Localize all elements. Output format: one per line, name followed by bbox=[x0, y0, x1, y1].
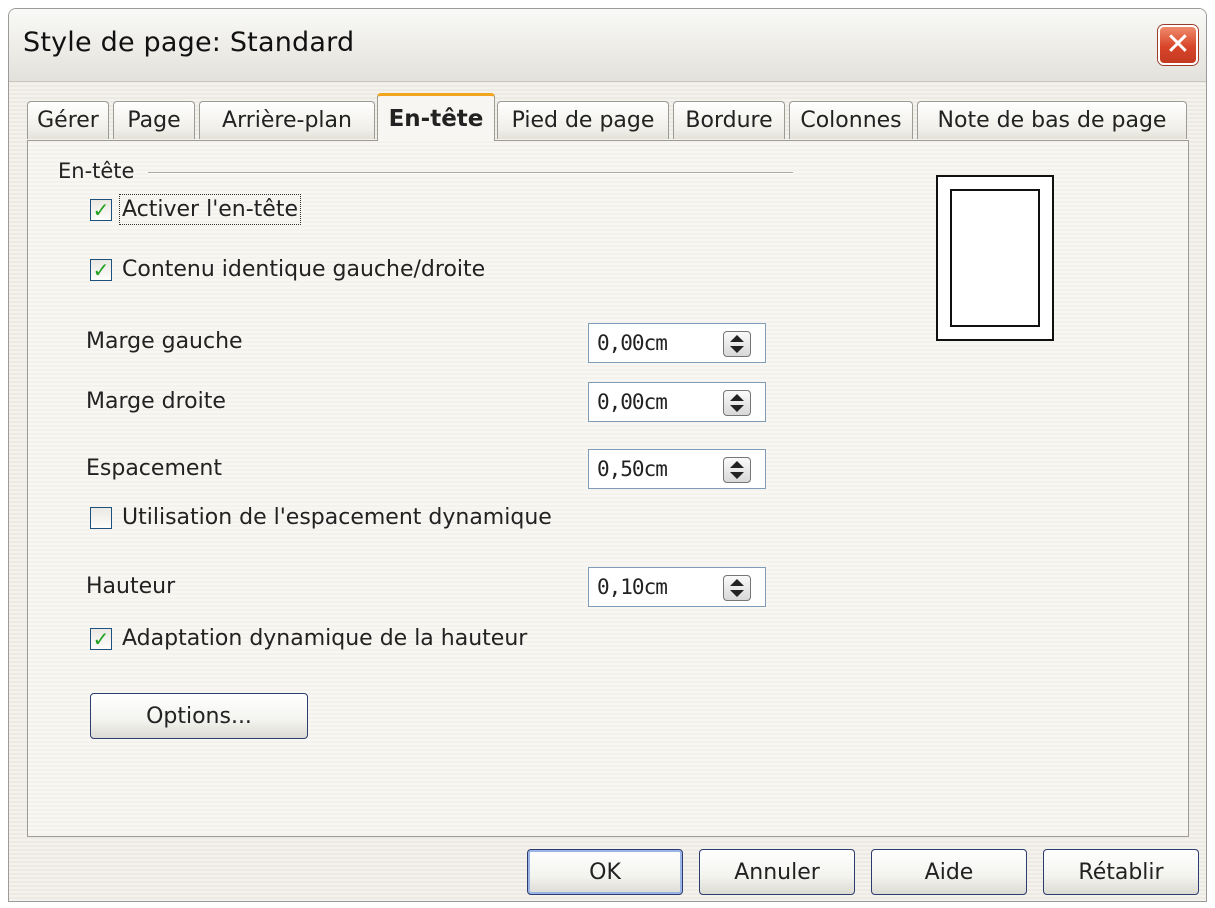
help-button[interactable]: Aide bbox=[871, 849, 1027, 895]
tab-columns[interactable]: Colonnes bbox=[789, 101, 913, 139]
checkbox-unchecked-icon[interactable] bbox=[90, 506, 112, 529]
page-preview bbox=[936, 175, 1054, 341]
left-margin-value[interactable]: 0,00cm bbox=[597, 331, 668, 355]
dialog-title: Style de page: Standard bbox=[23, 27, 355, 58]
header-group-label: En-tête bbox=[58, 159, 135, 183]
spin-arrows-icon[interactable] bbox=[723, 390, 751, 416]
group-divider bbox=[148, 172, 793, 174]
tab-background[interactable]: Arrière-plan bbox=[199, 101, 375, 139]
checkbox-checked-icon[interactable]: ✓ bbox=[90, 627, 112, 651]
page-style-dialog: Style de page: Standard ✕ Gérer Page Arr… bbox=[8, 8, 1207, 902]
height-spinbox[interactable]: 0,10cm bbox=[588, 567, 766, 607]
height-label: Hauteur bbox=[86, 574, 176, 599]
activate-header-checkbox[interactable]: ✓ Activer l'en-tête bbox=[90, 194, 301, 225]
spin-arrows-icon[interactable] bbox=[723, 331, 751, 357]
spacing-spinbox[interactable]: 0,50cm bbox=[588, 449, 766, 489]
autofit-height-label: Adaptation dynamique de la hauteur bbox=[122, 626, 528, 651]
height-value[interactable]: 0,10cm bbox=[597, 575, 668, 599]
ok-button[interactable]: OK bbox=[527, 849, 683, 895]
right-margin-value[interactable]: 0,00cm bbox=[597, 390, 668, 414]
same-content-label: Contenu identique gauche/droite bbox=[122, 257, 486, 282]
spin-arrows-icon[interactable] bbox=[723, 457, 751, 483]
dynamic-spacing-checkbox[interactable]: Utilisation de l'espacement dynamique bbox=[90, 505, 552, 530]
same-content-checkbox[interactable]: ✓ Contenu identique gauche/droite bbox=[90, 257, 485, 282]
header-settings-panel: En-tête ✓ Activer l'en-tête ✓ Contenu id… bbox=[27, 140, 1189, 837]
activate-header-label: Activer l'en-tête bbox=[119, 194, 301, 225]
checkbox-checked-icon[interactable]: ✓ bbox=[90, 198, 112, 222]
right-margin-spinbox[interactable]: 0,00cm bbox=[588, 382, 766, 422]
autofit-height-checkbox[interactable]: ✓ Adaptation dynamique de la hauteur bbox=[90, 626, 527, 651]
tab-footer[interactable]: Pied de page bbox=[497, 101, 669, 139]
tab-borders[interactable]: Bordure bbox=[673, 101, 785, 139]
spacing-label: Espacement bbox=[86, 456, 222, 481]
close-icon[interactable]: ✕ bbox=[1158, 25, 1198, 65]
right-margin-label: Marge droite bbox=[86, 389, 226, 414]
options-button[interactable]: Options... bbox=[90, 693, 308, 739]
dynamic-spacing-label: Utilisation de l'espacement dynamique bbox=[122, 505, 552, 530]
tab-page[interactable]: Page bbox=[113, 101, 195, 139]
tab-manage[interactable]: Gérer bbox=[27, 101, 109, 139]
checkbox-checked-icon[interactable]: ✓ bbox=[90, 258, 112, 282]
left-margin-label: Marge gauche bbox=[86, 329, 243, 354]
reset-button[interactable]: Rétablir bbox=[1043, 849, 1199, 895]
title-bar[interactable]: Style de page: Standard ✕ bbox=[9, 9, 1206, 82]
left-margin-spinbox[interactable]: 0,00cm bbox=[588, 323, 766, 363]
tab-footnote[interactable]: Note de bas de page bbox=[917, 101, 1187, 139]
cancel-button[interactable]: Annuler bbox=[699, 849, 855, 895]
tab-header[interactable]: En-tête bbox=[377, 93, 495, 141]
spin-arrows-icon[interactable] bbox=[723, 575, 751, 601]
spacing-value[interactable]: 0,50cm bbox=[597, 457, 668, 481]
page-preview-inner bbox=[950, 189, 1040, 327]
